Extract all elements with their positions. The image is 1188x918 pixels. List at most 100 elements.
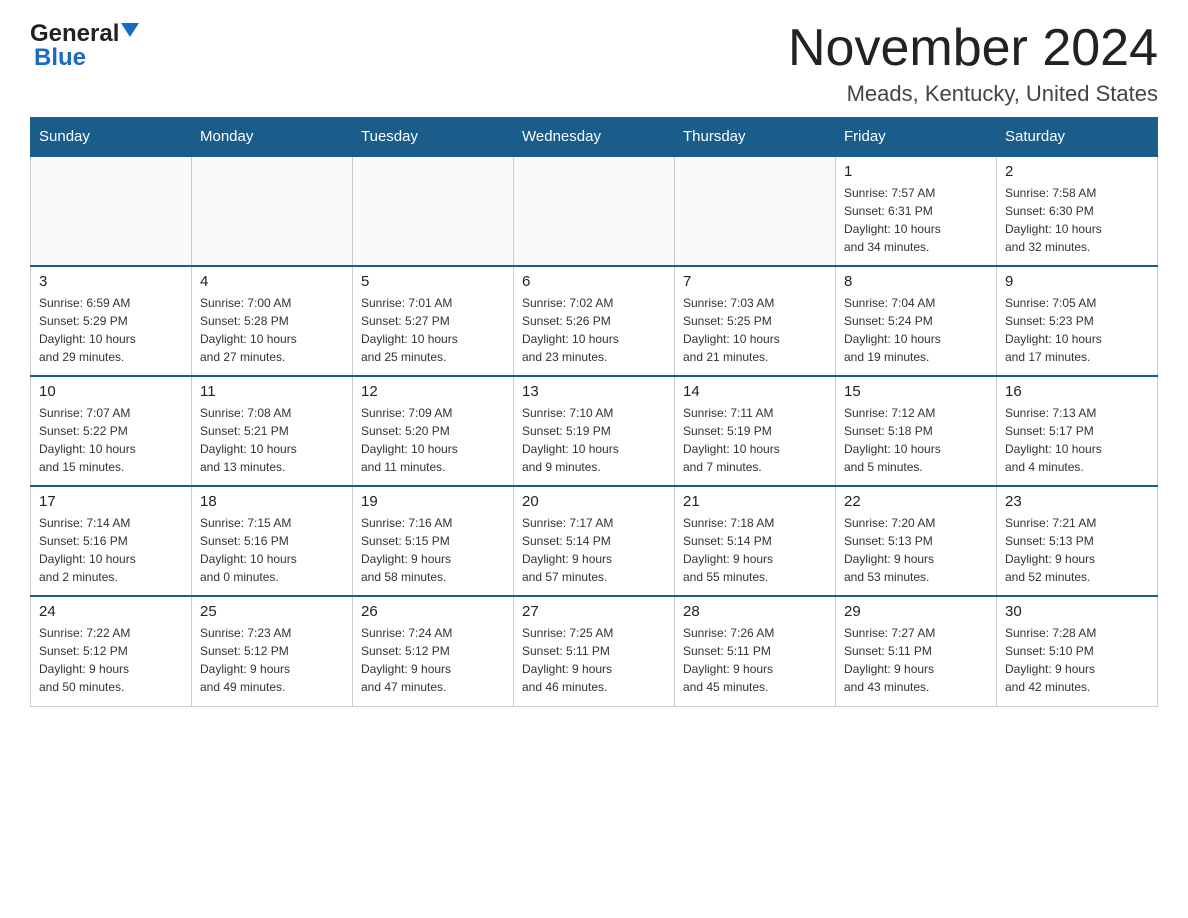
day-of-week-header: Tuesday — [353, 118, 514, 157]
calendar-cell: 28 Sunrise: 7:26 AMSunset: 5:11 PMDayligh… — [675, 596, 836, 706]
calendar-cell: 20 Sunrise: 7:17 AMSunset: 5:14 PMDayligh… — [514, 486, 675, 596]
calendar-cell: 17 Sunrise: 7:14 AMSunset: 5:16 PMDayligh… — [31, 486, 192, 596]
day-number: 22 — [844, 493, 988, 510]
day-info: Sunrise: 7:01 AMSunset: 5:27 PMDaylight:… — [361, 294, 505, 366]
calendar-cell: 2 Sunrise: 7:58 AMSunset: 6:30 PMDaylight… — [997, 156, 1158, 266]
calendar-cell: 10 Sunrise: 7:07 AMSunset: 5:22 PMDayligh… — [31, 376, 192, 486]
calendar-cell: 3Sunrise: 6:59 AMSunset: 5:29 PMDaylight… — [31, 266, 192, 376]
day-number: 11 — [200, 383, 344, 400]
logo-triangle-icon — [121, 23, 139, 37]
calendar-cell: 11 Sunrise: 7:08 AMSunset: 5:21 PMDayligh… — [192, 376, 353, 486]
calendar-table: SundayMondayTuesdayWednesdayThursdayFrid… — [30, 117, 1158, 707]
calendar-cell: 4Sunrise: 7:00 AMSunset: 5:28 PMDaylight… — [192, 266, 353, 376]
day-of-week-header: Sunday — [31, 118, 192, 157]
day-number: 29 — [844, 603, 988, 620]
calendar-cell: 14Sunrise: 7:11 AMSunset: 5:19 PMDayligh… — [675, 376, 836, 486]
day-number: 2 — [1005, 163, 1149, 180]
day-info: Sunrise: 7:04 AMSunset: 5:24 PMDaylight:… — [844, 294, 988, 366]
day-info: Sunrise: 7:22 AMSunset: 5:12 PMDaylight:… — [39, 624, 183, 696]
day-of-week-header: Monday — [192, 118, 353, 157]
subtitle: Meads, Kentucky, United States — [788, 81, 1158, 107]
day-number: 13 — [522, 383, 666, 400]
day-info: Sunrise: 7:58 AMSunset: 6:30 PMDaylight:… — [1005, 184, 1149, 256]
day-info: Sunrise: 7:14 AMSunset: 5:16 PMDaylight:… — [39, 514, 183, 586]
day-number: 15 — [844, 383, 988, 400]
logo: General Blue — [30, 20, 139, 72]
calendar-week-row: 10 Sunrise: 7:07 AMSunset: 5:22 PMDayligh… — [31, 376, 1158, 486]
day-number: 5 — [361, 273, 505, 290]
title-section: November 2024 Meads, Kentucky, United St… — [788, 20, 1158, 107]
calendar-cell: 30 Sunrise: 7:28 AMSunset: 5:10 PMDayligh… — [997, 596, 1158, 706]
day-number: 23 — [1005, 493, 1149, 510]
calendar-cell: 27 Sunrise: 7:25 AMSunset: 5:11 PMDayligh… — [514, 596, 675, 706]
day-number: 18 — [200, 493, 344, 510]
day-info: Sunrise: 7:08 AMSunset: 5:21 PMDaylight:… — [200, 404, 344, 476]
day-info: Sunrise: 7:12 AMSunset: 5:18 PMDaylight:… — [844, 404, 988, 476]
calendar-cell: 6 Sunrise: 7:02 AMSunset: 5:26 PMDaylight… — [514, 266, 675, 376]
day-number: 26 — [361, 603, 505, 620]
day-of-week-header: Friday — [836, 118, 997, 157]
day-info: Sunrise: 7:07 AMSunset: 5:22 PMDaylight:… — [39, 404, 183, 476]
calendar-week-row: 24 Sunrise: 7:22 AMSunset: 5:12 PMDayligh… — [31, 596, 1158, 706]
calendar-week-row: 17 Sunrise: 7:14 AMSunset: 5:16 PMDayligh… — [31, 486, 1158, 596]
day-number: 8 — [844, 273, 988, 290]
day-info: Sunrise: 7:10 AMSunset: 5:19 PMDaylight:… — [522, 404, 666, 476]
day-info: Sunrise: 7:02 AMSunset: 5:26 PMDaylight:… — [522, 294, 666, 366]
day-number: 27 — [522, 603, 666, 620]
day-number: 16 — [1005, 383, 1149, 400]
calendar-cell: 15 Sunrise: 7:12 AMSunset: 5:18 PMDayligh… — [836, 376, 997, 486]
day-of-week-header: Saturday — [997, 118, 1158, 157]
calendar-cell — [31, 156, 192, 266]
calendar-cell — [192, 156, 353, 266]
day-of-week-header: Thursday — [675, 118, 836, 157]
day-number: 17 — [39, 493, 183, 510]
day-info: Sunrise: 7:57 AMSunset: 6:31 PMDaylight:… — [844, 184, 988, 256]
calendar-cell: 23Sunrise: 7:21 AMSunset: 5:13 PMDayligh… — [997, 486, 1158, 596]
day-info: Sunrise: 7:24 AMSunset: 5:12 PMDaylight:… — [361, 624, 505, 696]
calendar-cell: 7 Sunrise: 7:03 AMSunset: 5:25 PMDaylight… — [675, 266, 836, 376]
day-info: Sunrise: 7:28 AMSunset: 5:10 PMDaylight:… — [1005, 624, 1149, 696]
day-number: 1 — [844, 163, 988, 180]
calendar-cell — [675, 156, 836, 266]
calendar-cell: 8 Sunrise: 7:04 AMSunset: 5:24 PMDaylight… — [836, 266, 997, 376]
calendar-cell: 9 Sunrise: 7:05 AMSunset: 5:23 PMDaylight… — [997, 266, 1158, 376]
day-number: 24 — [39, 603, 183, 620]
calendar-cell: 25 Sunrise: 7:23 AMSunset: 5:12 PMDayligh… — [192, 596, 353, 706]
day-number: 14 — [683, 383, 827, 400]
calendar-cell: 1 Sunrise: 7:57 AMSunset: 6:31 PMDaylight… — [836, 156, 997, 266]
day-info: Sunrise: 7:26 AMSunset: 5:11 PMDaylight:… — [683, 624, 827, 696]
day-info: Sunrise: 7:25 AMSunset: 5:11 PMDaylight:… — [522, 624, 666, 696]
day-number: 12 — [361, 383, 505, 400]
day-info: Sunrise: 7:27 AMSunset: 5:11 PMDaylight:… — [844, 624, 988, 696]
day-info: Sunrise: 7:09 AMSunset: 5:20 PMDaylight:… — [361, 404, 505, 476]
main-title: November 2024 — [788, 20, 1158, 77]
page-header: General Blue November 2024 Meads, Kentuc… — [30, 20, 1158, 107]
day-info: Sunrise: 7:17 AMSunset: 5:14 PMDaylight:… — [522, 514, 666, 586]
day-info: Sunrise: 7:03 AMSunset: 5:25 PMDaylight:… — [683, 294, 827, 366]
calendar-cell — [353, 156, 514, 266]
calendar-cell: 18 Sunrise: 7:15 AMSunset: 5:16 PMDayligh… — [192, 486, 353, 596]
day-number: 4 — [200, 273, 344, 290]
logo-blue-text: Blue — [34, 44, 86, 72]
day-number: 19 — [361, 493, 505, 510]
day-number: 3 — [39, 273, 183, 290]
day-info: Sunrise: 7:05 AMSunset: 5:23 PMDaylight:… — [1005, 294, 1149, 366]
day-number: 9 — [1005, 273, 1149, 290]
calendar-cell: 12 Sunrise: 7:09 AMSunset: 5:20 PMDayligh… — [353, 376, 514, 486]
day-number: 28 — [683, 603, 827, 620]
calendar-cell: 26 Sunrise: 7:24 AMSunset: 5:12 PMDayligh… — [353, 596, 514, 706]
day-number: 21 — [683, 493, 827, 510]
calendar-cell: 5 Sunrise: 7:01 AMSunset: 5:27 PMDaylight… — [353, 266, 514, 376]
day-number: 25 — [200, 603, 344, 620]
day-info: Sunrise: 7:18 AMSunset: 5:14 PMDaylight:… — [683, 514, 827, 586]
calendar-cell: 16Sunrise: 7:13 AMSunset: 5:17 PMDayligh… — [997, 376, 1158, 486]
day-number: 6 — [522, 273, 666, 290]
calendar-week-row: 1 Sunrise: 7:57 AMSunset: 6:31 PMDaylight… — [31, 156, 1158, 266]
calendar-cell: 13 Sunrise: 7:10 AMSunset: 5:19 PMDayligh… — [514, 376, 675, 486]
day-info: Sunrise: 7:23 AMSunset: 5:12 PMDaylight:… — [200, 624, 344, 696]
day-number: 30 — [1005, 603, 1149, 620]
day-number: 7 — [683, 273, 827, 290]
day-number: 10 — [39, 383, 183, 400]
day-number: 20 — [522, 493, 666, 510]
day-info: Sunrise: 7:15 AMSunset: 5:16 PMDaylight:… — [200, 514, 344, 586]
